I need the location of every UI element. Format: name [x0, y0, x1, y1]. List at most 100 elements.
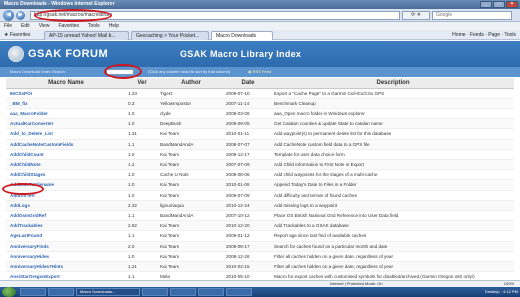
cell-macro-name[interactable]: AddDateToFilename: [6, 179, 126, 191]
cell-author: Kai Team: [158, 251, 224, 262]
cell-macro-name[interactable]: AnsiStarOregonExport: [6, 271, 126, 280]
taskbar-item[interactable]: [20, 288, 46, 296]
cell-author: Mela: [158, 271, 224, 280]
favorites-bar: ★ Favorites AP-15 unread Yahoo! Mail b..…: [0, 30, 520, 40]
taskbar-item[interactable]: [48, 288, 74, 296]
status-bar: Internet | Protected Mode: On 100%: [0, 280, 520, 287]
minimize-button[interactable]: _: [480, 1, 492, 8]
cell-date: 2010-02-15: [224, 261, 272, 273]
cell-date: 2010-05-10: [224, 271, 272, 280]
cell-macro-name[interactable]: ActualKarConverter: [6, 118, 126, 130]
cell-date: 2009-07-10: [224, 88, 272, 99]
cell-macro-name[interactable]: AnniversaryHides: [6, 251, 126, 262]
taskbar-item[interactable]: [170, 288, 196, 296]
cell-macro-name[interactable]: _BM_fix: [6, 98, 126, 109]
table-row: AnniversaryHides 1.0 Kai Team 2008-12-26 Fil…: [6, 251, 514, 262]
cell-description: aaa_Open macro folder in Windows explore…: [272, 108, 514, 120]
cell-author: Kai Team: [158, 241, 224, 252]
table-row: AnniversaryHides7Hints 1.21 Kai Team 2010-0…: [6, 261, 514, 273]
rss-feed-link[interactable]: ◉ RSS Feed: [248, 67, 271, 77]
stop-icon[interactable]: ✕: [417, 12, 421, 18]
cell-date: 2010-12-20: [224, 220, 272, 232]
globe-icon: [8, 46, 24, 62]
taskbar-item[interactable]: Macro Downloads...: [76, 288, 140, 296]
site-logo[interactable]: GSAK FORUM: [8, 46, 108, 62]
cell-author: Kai Team: [158, 179, 224, 191]
cell-macro-name[interactable]: 60CSsPOI: [6, 88, 126, 99]
favorites-label: Favorites: [9, 32, 31, 38]
menu-help[interactable]: Help: [109, 22, 119, 30]
cell-author: Kai Team: [158, 149, 224, 160]
cell-ver: 2.82: [126, 220, 158, 232]
back-button[interactable]: ◀: [3, 10, 14, 21]
cell-macro-name[interactable]: AddDiffTerr: [6, 190, 126, 201]
cell-macro-name[interactable]: AddChildNote: [6, 159, 126, 171]
tab-macro-downloads[interactable]: Macro Downloads: [211, 31, 273, 40]
table-row: AnsiStarOregonExport 1.1 Mela 2010-05-10 Mac…: [6, 271, 514, 280]
cell-date: 2009-09-05: [224, 118, 272, 130]
header-date[interactable]: Date: [224, 78, 272, 89]
cell-description: Append Today's Date to Files in a Folder: [272, 179, 514, 191]
cell-description: Filter all caches hidden on a given date…: [272, 251, 514, 262]
cell-date: 2010-01-11: [224, 128, 272, 140]
cell-date: 2009-07-09: [224, 190, 272, 201]
refresh-stop-buttons[interactable]: ⟳ ✕: [402, 11, 430, 20]
cell-macro-name[interactable]: AnniversaryFinds: [6, 241, 126, 252]
filter-bar: Macro Download Index Search: (Click any …: [0, 67, 520, 77]
window-title: Macro Downloads - Windows Internet Explo…: [4, 1, 115, 7]
tab-yahoo-mail[interactable]: AP-15 unread Yahoo! Mail b...: [44, 31, 129, 40]
close-button[interactable]: ×: [506, 1, 518, 8]
taskbar-item[interactable]: [198, 288, 224, 296]
cell-macro-name[interactable]: aaa_MacroFolder: [6, 108, 126, 120]
cell-ver: 1.2: [126, 159, 158, 171]
table-row: AddCacheNoteCustomFields 1.1 BandMandAndA 2…: [6, 139, 514, 150]
header-ver[interactable]: Ver: [126, 78, 158, 89]
favorites-button[interactable]: ★ Favorites: [4, 30, 30, 40]
cell-ver: 1.1: [126, 230, 158, 242]
menu-tools[interactable]: Tools: [88, 22, 100, 30]
table-row: AddTrackables 2.82 Kai Team 2010-12-20 Add T…: [6, 220, 514, 232]
cell-date: 2008-03-06: [224, 108, 272, 120]
table-row: AddOsmGridRef 1.1 BandMandAndA 2007-10-12 Pl…: [6, 210, 514, 222]
cell-macro-name[interactable]: AddTrackables: [6, 220, 126, 232]
menu-view[interactable]: View: [39, 22, 50, 30]
table-row: ActualKarConverter 1.0 DeepBush 2009-09-05 G…: [6, 118, 514, 130]
search-input[interactable]: Google: [432, 11, 512, 20]
cell-description: Filter all caches hidden on a given date…: [272, 261, 514, 273]
cell-ver: 1.21: [126, 261, 158, 273]
cell-macro-name[interactable]: Add_to_Delete_List: [6, 128, 126, 140]
taskbar-item[interactable]: [142, 288, 168, 296]
filter-input[interactable]: [106, 69, 134, 75]
forward-button[interactable]: ▶: [16, 11, 25, 20]
header-description[interactable]: Description: [272, 78, 514, 89]
cell-date: 2009-08-17: [224, 241, 272, 252]
header-author[interactable]: Author: [158, 78, 224, 89]
menu-file[interactable]: File: [4, 22, 12, 30]
window-controls: _ □ ×: [480, 1, 518, 8]
cell-macro-name[interactable]: AnniversaryHides7Hints: [6, 261, 126, 273]
cell-macro-name[interactable]: AgeLastFound: [6, 230, 126, 242]
table-row: AddChildNote 1.2 Kai Team 2007-07-09 Add Chi…: [6, 159, 514, 171]
command-bar[interactable]: Home · Feeds · Page · Tools: [452, 30, 516, 40]
start-button[interactable]: [2, 287, 16, 297]
header-macro-name[interactable]: Macro Name: [6, 78, 126, 89]
cell-ver: 1.1: [126, 210, 158, 222]
menu-edit[interactable]: Edit: [21, 22, 30, 30]
back-arrow-icon: ◀: [6, 12, 11, 18]
tab-geocaching[interactable]: Geocaching > Your Pocket...: [131, 31, 209, 40]
cell-author: Kai Team: [158, 159, 224, 171]
cell-author: Kai Team: [158, 261, 224, 273]
cell-macro-name[interactable]: AddChildCount: [6, 149, 126, 160]
cell-macro-name[interactable]: AddOsmGridRef: [6, 210, 126, 222]
refresh-icon[interactable]: ⟳: [411, 12, 415, 18]
cell-author: Kai Team: [158, 220, 224, 232]
cell-macro-name[interactable]: AddCacheNoteCustomFields: [6, 139, 126, 150]
cell-ver: 0.3: [126, 98, 158, 109]
taskbar-item[interactable]: [226, 288, 252, 296]
cell-macro-name[interactable]: AddLogs: [6, 200, 126, 211]
menu-favorites[interactable]: Favorites: [58, 22, 79, 30]
cell-date: 2007-07-09: [224, 159, 272, 171]
cell-macro-name[interactable]: AddChildStages: [6, 169, 126, 181]
address-bar[interactable]: http://gsak.net/macros/macrolibrary: [30, 11, 400, 20]
maximize-button[interactable]: □: [493, 1, 505, 8]
